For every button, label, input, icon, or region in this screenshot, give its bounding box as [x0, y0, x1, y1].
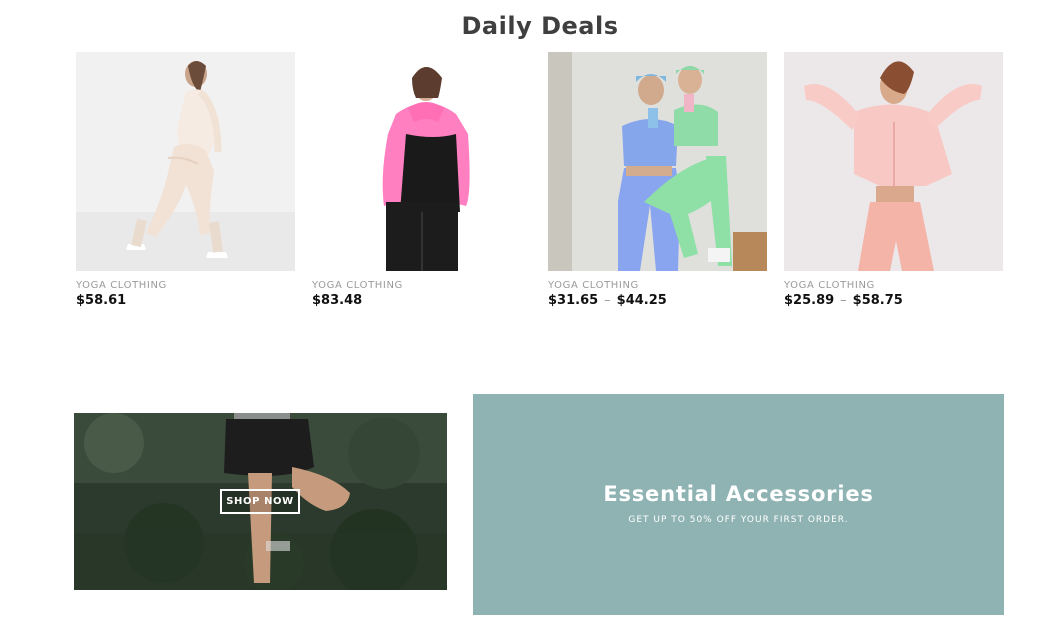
product-category[interactable]: Yoga Clothing: [76, 280, 295, 291]
product-category[interactable]: Yoga Clothing: [312, 280, 531, 291]
price-high: $58.75: [852, 293, 903, 308]
product-card[interactable]: Yoga Clothing $83.48: [312, 52, 531, 308]
product-card[interactable]: Yoga Clothing $25.89– $58.75: [784, 52, 1003, 308]
price-value: $83.48: [312, 293, 363, 308]
product-price: $31.65– $44.25: [548, 293, 767, 308]
product-category[interactable]: Yoga Clothing: [548, 280, 767, 291]
price-separator: –: [604, 293, 611, 308]
product-photo-pink-crop-set: [784, 52, 1003, 271]
product-photo-white-mesh-set: [76, 52, 295, 271]
product-image[interactable]: [548, 52, 767, 271]
promo-subtitle: Get up to 50% off your first order.: [628, 515, 849, 525]
price-high: $44.25: [616, 293, 667, 308]
product-price: $83.48: [312, 293, 531, 308]
product-card[interactable]: Yoga Clothing $58.61: [76, 52, 295, 308]
promo-banner-shop-now[interactable]: Shop Now: [74, 413, 447, 590]
product-image[interactable]: [784, 52, 1003, 271]
promo-banner-accessories[interactable]: Essential Accessories Get up to 50% off …: [473, 394, 1004, 615]
product-image[interactable]: [312, 52, 531, 271]
promo-title: Essential Accessories: [603, 482, 874, 506]
product-photo-pink-black-jacket: [312, 52, 531, 271]
section-title: Daily Deals: [461, 12, 619, 40]
product-category[interactable]: Yoga Clothing: [784, 280, 1003, 291]
product-image[interactable]: [76, 52, 295, 271]
product-price: $58.61: [76, 293, 295, 308]
product-price: $25.89– $58.75: [784, 293, 1003, 308]
price-separator: –: [840, 293, 847, 308]
price-low: $31.65: [548, 293, 599, 308]
price-value: $58.61: [76, 293, 127, 308]
product-card[interactable]: Yoga Clothing $31.65– $44.25: [548, 52, 767, 308]
product-photo-blue-green-sets: [548, 52, 767, 271]
price-low: $25.89: [784, 293, 835, 308]
shop-now-button[interactable]: Shop Now: [220, 489, 300, 514]
